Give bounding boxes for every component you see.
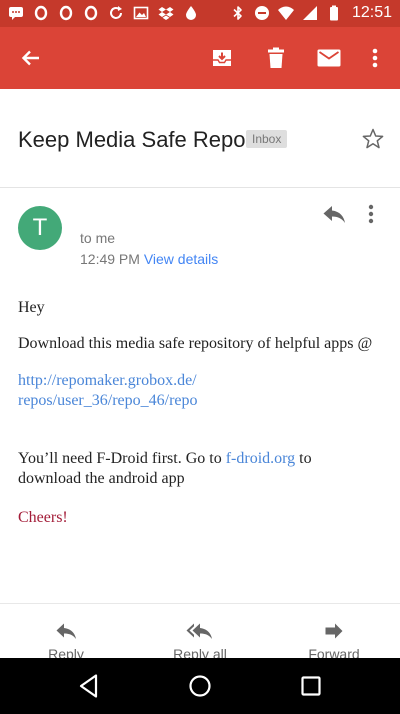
back-button[interactable]	[18, 45, 44, 71]
more-icon	[372, 48, 378, 68]
fdroid-paragraph: You’ll need F-Droid first. Go to f-droid…	[18, 449, 378, 488]
ring-icon	[84, 5, 98, 21]
recents-nav-icon[interactable]	[297, 672, 325, 700]
back-nav-icon[interactable]	[76, 672, 104, 700]
fdroid-link[interactable]: f-droid.org	[226, 450, 295, 467]
reply-button[interactable]: Reply	[6, 622, 126, 658]
signal-icon	[302, 6, 317, 20]
label-badge[interactable]: Inbox	[246, 130, 288, 148]
forward-label: Forward	[308, 646, 360, 658]
mark-unread-button[interactable]	[316, 45, 342, 71]
body-paragraph: Download this media safe repository of h…	[18, 334, 373, 352]
email-subject: Keep Media Safe Repo	[18, 127, 246, 152]
drop-icon	[186, 6, 196, 20]
reply-label: Reply	[48, 646, 84, 658]
status-bar: 12:51	[0, 0, 400, 27]
sender-avatar[interactable]: T	[18, 206, 62, 250]
ring-icon	[34, 5, 48, 21]
delete-icon	[268, 47, 284, 68]
forward-icon	[325, 623, 343, 639]
message-time: 12:49 PM	[80, 251, 140, 267]
subject-header: Keep Media Safe Repo Inbox	[0, 89, 400, 188]
chat-icon	[9, 7, 23, 20]
reply-all-icon	[186, 623, 212, 639]
dropbox-icon	[158, 7, 174, 20]
back-arrow-icon	[21, 50, 39, 66]
repo-link[interactable]: http://repomaker.grobox.de/ repos/user_3…	[18, 371, 378, 410]
wifi-icon	[277, 6, 294, 20]
star-icon[interactable]	[361, 127, 385, 151]
system-icons: 12:51	[230, 4, 392, 22]
refresh-icon	[110, 6, 122, 19]
archive-button[interactable]	[209, 45, 235, 71]
app-bar	[0, 27, 400, 89]
ring-icon	[59, 5, 73, 21]
greeting: Hey	[18, 299, 45, 316]
view-details-link[interactable]: View details	[144, 251, 218, 267]
message-meta: 12:49 PM View details	[80, 251, 218, 267]
more-options-button[interactable]	[362, 45, 388, 71]
bottom-action-bar: Reply Reply all Forward	[0, 603, 400, 658]
bluetooth-icon	[233, 6, 242, 20]
reply-icon	[56, 623, 76, 639]
reply-all-label: Reply all	[173, 646, 227, 658]
battery-icon	[329, 5, 338, 21]
reply-icon[interactable]	[322, 204, 346, 224]
home-nav-icon[interactable]	[186, 672, 214, 700]
delete-button[interactable]	[263, 45, 289, 71]
recipient-text: to me	[80, 230, 116, 246]
fdroid-text-before: You’ll need F-Droid first. Go to	[18, 450, 226, 467]
signoff: Cheers!	[18, 509, 68, 526]
repo-link-part2: repos/user_36/repo_46/repo	[18, 391, 198, 409]
message-more-icon[interactable]	[368, 204, 374, 224]
archive-icon	[213, 50, 231, 66]
image-icon	[133, 6, 149, 20]
forward-button[interactable]: Forward	[274, 622, 394, 658]
navigation-bar	[0, 658, 400, 714]
clock: 12:51	[351, 4, 392, 21]
message-body: Hey Download this media safe repository …	[18, 298, 378, 528]
mark-unread-icon	[317, 49, 341, 67]
reply-all-button[interactable]: Reply all	[140, 622, 260, 658]
notification-icons	[8, 5, 199, 21]
do-not-disturb-icon	[254, 6, 269, 20]
repo-link-part1: http://repomaker.grobox.de/	[18, 372, 197, 389]
